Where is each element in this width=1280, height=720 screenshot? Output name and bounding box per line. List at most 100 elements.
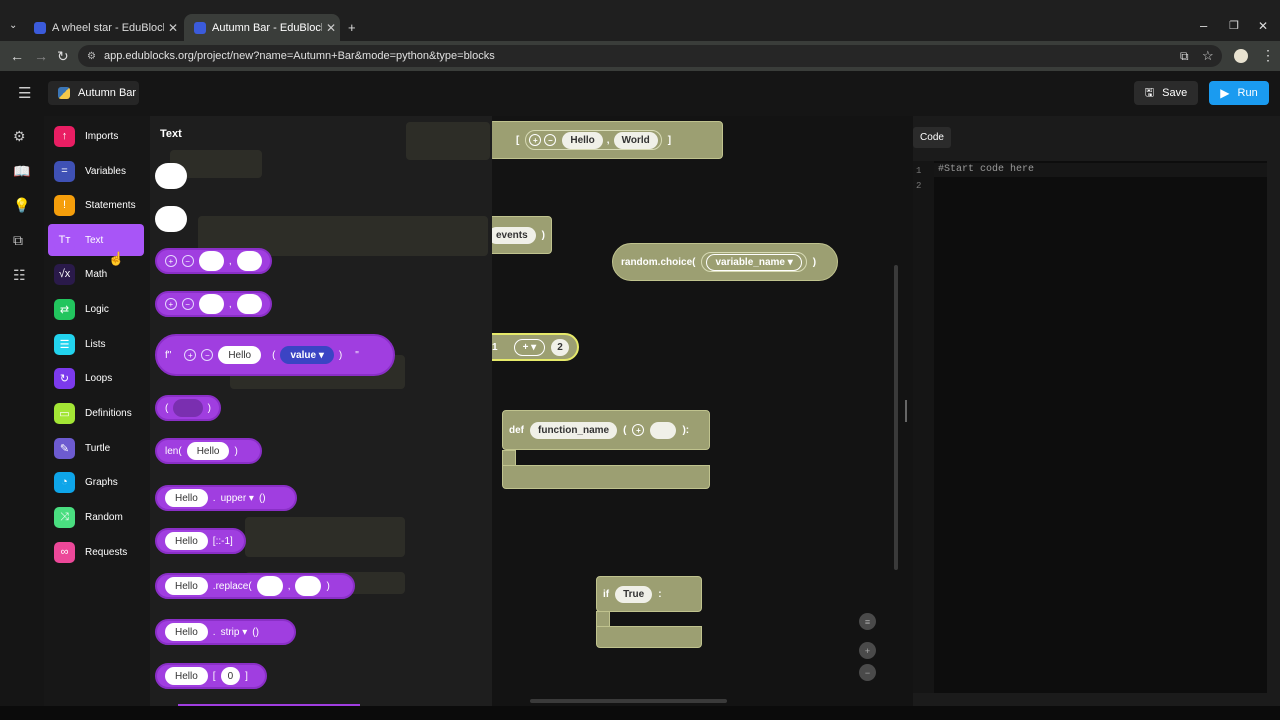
fstring-block[interactable]: f" + − Hello ( value ▾ ) " (155, 334, 395, 376)
multiline-string-block[interactable] (155, 206, 187, 232)
book-icon[interactable]: 📖 (13, 163, 30, 180)
profile-avatar[interactable] (1234, 49, 1248, 63)
function-name-field[interactable]: function_name (530, 421, 618, 439)
workspace-horizontal-scrollbar[interactable] (530, 699, 727, 703)
zoom-reset-icon[interactable]: ≡ (859, 613, 876, 630)
close-tab-icon[interactable]: ✕ (322, 21, 340, 35)
hamburger-menu-icon[interactable]: ☰ (18, 84, 31, 102)
value-variable-dropdown[interactable]: value ▾ (280, 346, 334, 364)
category-variables[interactable]: = Variables (48, 155, 144, 187)
category-turtle[interactable]: ✎ Turtle (48, 432, 144, 464)
number-b[interactable]: 2 (551, 338, 569, 356)
category-definitions[interactable]: ▭ Definitions (48, 397, 144, 429)
url-bar[interactable]: ⚙ app.edublocks.org/project/new?name=Aut… (78, 45, 1222, 67)
url-string[interactable]: events (487, 226, 536, 244)
string-value[interactable]: Hello (186, 442, 230, 460)
string-slot[interactable] (295, 576, 322, 596)
remove-item-icon[interactable]: − (201, 349, 214, 361)
number-a[interactable]: 1 (492, 342, 498, 353)
remove-item-icon[interactable]: − (544, 134, 557, 146)
add-param-icon[interactable]: + (632, 424, 645, 436)
install-app-icon[interactable]: ⧉ (1180, 49, 1189, 64)
strip-block[interactable]: Hello . strip ▾ () (155, 619, 296, 645)
string-value[interactable]: Hello (165, 489, 208, 507)
add-item-icon[interactable]: + (184, 349, 197, 361)
category-loops[interactable]: ↻ Loops (48, 362, 144, 394)
zoom-in-icon[interactable]: + (859, 642, 876, 659)
zoom-out-icon[interactable]: − (859, 664, 876, 681)
index-value[interactable]: 0 (220, 667, 241, 685)
category-logic[interactable]: ⇄ Logic (48, 293, 144, 325)
string-value[interactable]: Hello (165, 532, 208, 550)
reverse-string-block[interactable]: Hello [::-1] (155, 528, 246, 554)
add-item-icon[interactable]: + (165, 298, 177, 310)
close-window-icon[interactable]: ✕ (1258, 19, 1268, 33)
category-imports[interactable]: ↑ Imports (48, 120, 144, 152)
new-tab-button[interactable]: + (348, 20, 356, 35)
minimize-icon[interactable]: – (1200, 18, 1207, 33)
param-slot[interactable] (650, 421, 677, 439)
list-assignment-block[interactable]: [ + − Hello , World ] (489, 121, 723, 159)
remove-item-icon[interactable]: − (181, 298, 194, 310)
category-random[interactable]: ⤨ Random (48, 501, 144, 533)
tab-search-icon[interactable]: ⌄ (9, 20, 17, 31)
string-slot[interactable] (236, 251, 262, 271)
list-item-string[interactable]: Hello (562, 131, 603, 149)
string-slot[interactable] (198, 294, 224, 314)
string-slot[interactable] (236, 294, 262, 314)
workspace-vertical-scrollbar[interactable] (894, 265, 898, 570)
close-tab-icon[interactable]: ✕ (164, 21, 182, 35)
len-block[interactable]: len( Hello ) (155, 438, 262, 464)
operator-dropdown[interactable]: + ▾ (513, 338, 546, 356)
lightbulb-icon[interactable]: 💡 (13, 197, 30, 214)
project-name-button[interactable]: Autumn Bar (48, 81, 139, 105)
string-value[interactable]: Hello (165, 577, 208, 595)
fstring-text[interactable]: Hello (218, 346, 262, 364)
method-dropdown[interactable]: strip ▾ (221, 627, 248, 638)
string-value[interactable]: Hello (165, 623, 208, 641)
list-item-string[interactable]: World (613, 131, 658, 149)
back-icon[interactable]: ← (10, 48, 24, 64)
string-value[interactable]: Hello (165, 667, 208, 685)
condition-value[interactable]: True (615, 585, 653, 603)
code-editor[interactable] (913, 161, 1267, 693)
add-item-icon[interactable]: + (165, 255, 177, 267)
checklist-icon[interactable]: ☷ (13, 267, 26, 284)
add-item-icon[interactable]: + (529, 134, 542, 146)
join-strings-block[interactable]: + − , (155, 248, 272, 274)
reload-icon[interactable]: ↻ (57, 48, 69, 65)
restore-icon[interactable]: ❐ (1229, 19, 1239, 32)
if-block[interactable]: if True : (596, 576, 702, 612)
variable-name[interactable]: variable_name ▾ (706, 253, 802, 271)
math-arithmetic-block[interactable]: 1 + ▾ 2 (478, 333, 579, 361)
function-def-block[interactable]: def function_name ( + ): (502, 410, 710, 450)
concat-strings-block[interactable]: + − , (155, 291, 272, 317)
category-math[interactable]: √x Math (48, 258, 144, 290)
save-button[interactable]: 🖫 Save (1134, 81, 1198, 105)
remove-item-icon[interactable]: − (181, 255, 194, 267)
bookmark-star-icon[interactable]: ☆ (1202, 48, 1214, 64)
category-text[interactable]: Tт Text (48, 224, 144, 256)
category-requests[interactable]: ∞ Requests (48, 536, 144, 568)
variable-dropdown[interactable]: variable_name ▾ (701, 252, 807, 272)
category-lists[interactable]: ☰ Lists (48, 328, 144, 360)
forward-icon[interactable]: → (34, 48, 48, 64)
upper-block[interactable]: Hello . upper ▾ () (155, 485, 297, 511)
browser-tab-inactive[interactable]: A wheel star - EduBlocks ✕ (24, 14, 182, 41)
random-choice-block[interactable]: random.choice( variable_name ▾ ) (612, 243, 838, 281)
category-statements[interactable]: ! Statements (48, 189, 144, 221)
code-line[interactable]: #Start code here (938, 164, 1034, 175)
method-dropdown[interactable]: upper ▾ (221, 493, 254, 504)
str-cast-block[interactable]: ( ) (155, 395, 221, 421)
settings-gear-icon[interactable]: ⚙ (13, 128, 26, 145)
browser-tab-active[interactable]: Autumn Bar - EduBlocks ✕ (184, 14, 340, 41)
category-graphs[interactable]: ◔ Graphs (48, 466, 144, 498)
index-block[interactable]: Hello [ 0 ] (155, 663, 267, 689)
site-info-icon[interactable]: ⚙ (87, 51, 96, 62)
string-block[interactable] (155, 163, 187, 189)
puzzle-extension-icon[interactable]: ⧉ (13, 232, 23, 249)
panel-resize-handle[interactable] (905, 400, 907, 422)
browser-menu-icon[interactable]: ⋮ (1261, 47, 1275, 64)
empty-slot[interactable] (173, 399, 203, 417)
replace-block[interactable]: Hello .replace( , ) (155, 573, 355, 599)
